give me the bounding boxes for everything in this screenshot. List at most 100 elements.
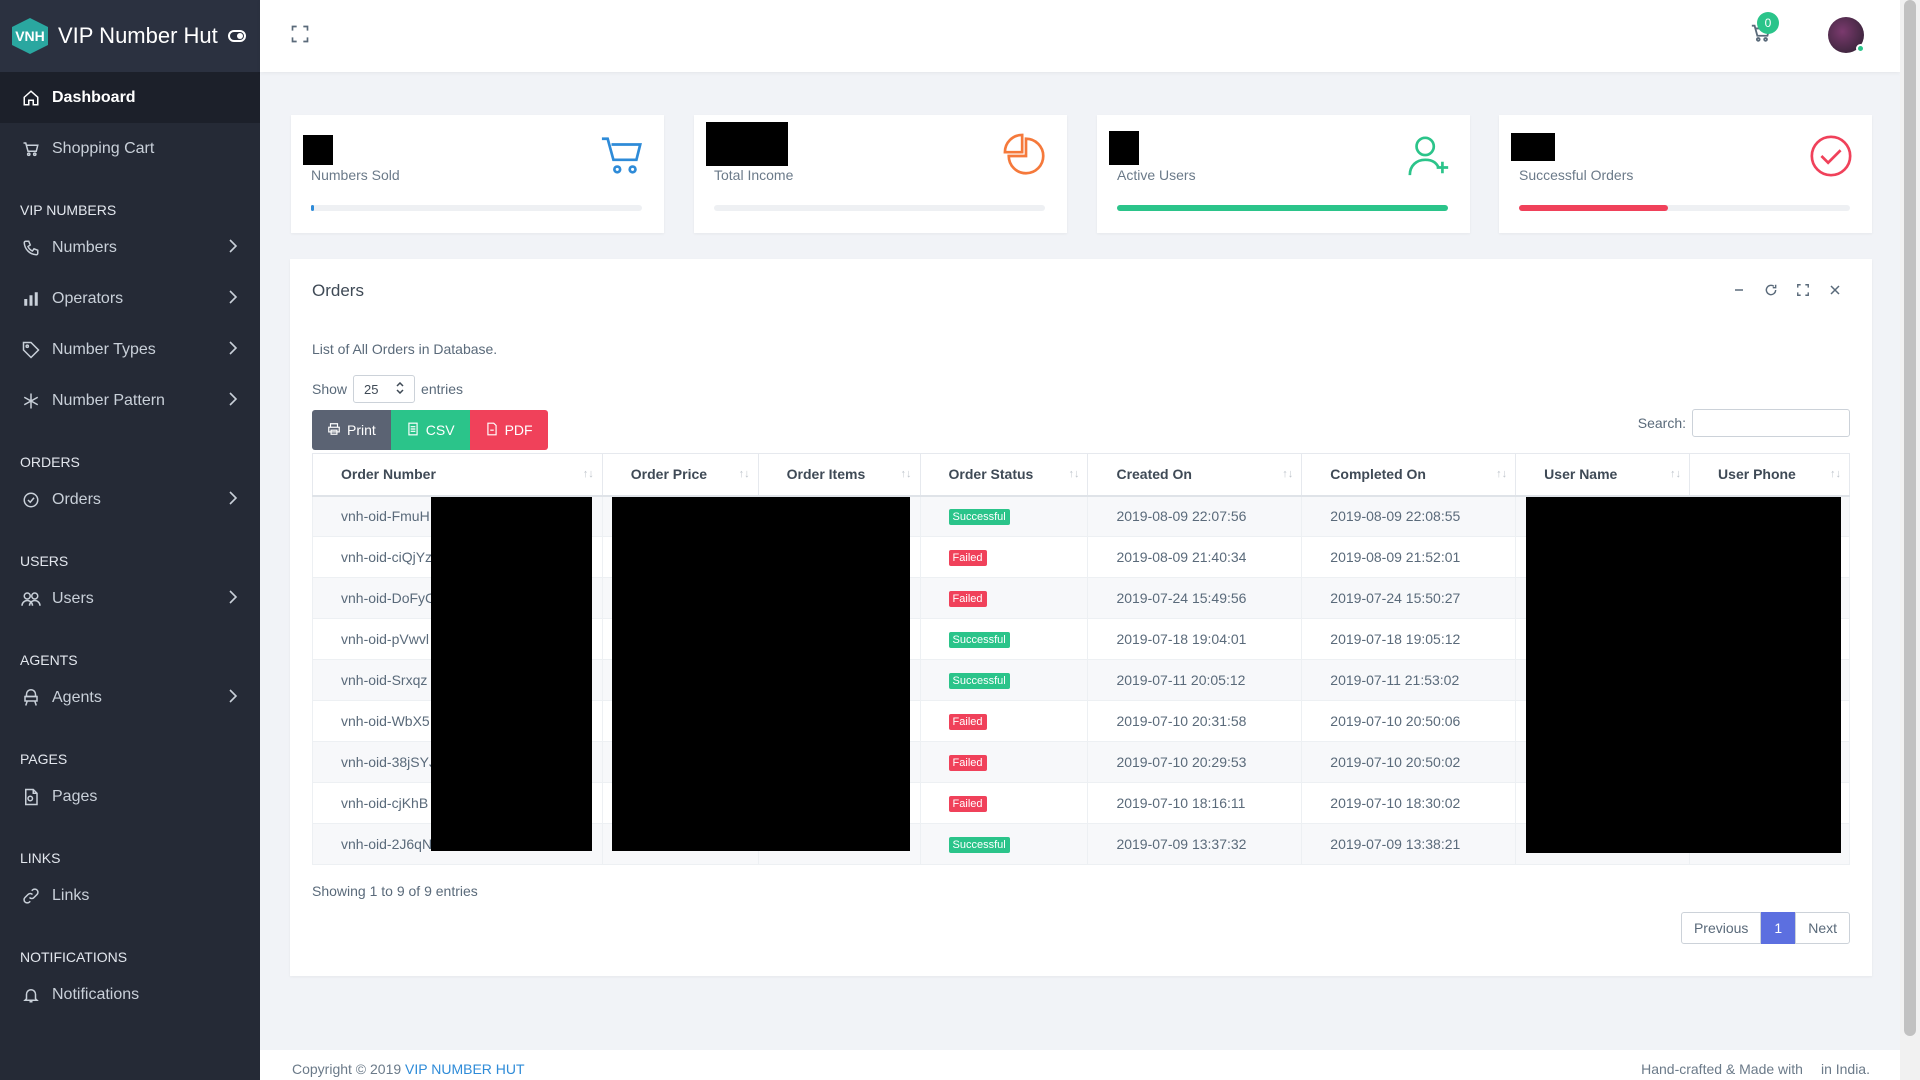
page-1-button[interactable]: 1 — [1761, 912, 1796, 944]
column-header-user-name[interactable]: User Name ↑↓ — [1515, 453, 1691, 497]
csv-button[interactable]: CSV — [390, 410, 470, 450]
check-circle-icon — [1808, 133, 1854, 184]
refresh-icon[interactable] — [1764, 283, 1778, 302]
sidebar-item-shopping-cart[interactable]: Shopping Cart — [0, 123, 260, 174]
stat-progress-track — [311, 205, 642, 211]
cell-created-on: 2019-07-24 15:49:56 — [1087, 577, 1303, 619]
sidebar-item-links[interactable]: Links — [0, 870, 260, 921]
stat-label: Successful Orders — [1519, 167, 1634, 183]
stat-value-redacted — [706, 122, 788, 166]
sort-icon: ↑↓ — [1670, 468, 1682, 480]
sort-icon: ↑↓ — [1830, 468, 1841, 480]
stat-label: Active Users — [1117, 167, 1196, 183]
status-badge: Failed — [948, 591, 987, 607]
sidebar-item-number-types[interactable]: Number Types — [0, 324, 260, 375]
cell-completed-on: 2019-08-09 21:52:01 — [1301, 536, 1517, 578]
previous-page-button[interactable]: Previous — [1680, 912, 1762, 944]
print-button[interactable]: Print — [312, 410, 391, 450]
panel-controls — [1732, 283, 1842, 302]
column-header-order-price[interactable]: Order Price ↑↓ — [601, 453, 759, 497]
status-badge: Successful — [948, 673, 1010, 689]
orders-panel: Orders List of All Orders in Database. S… — [290, 259, 1872, 976]
column-header-user-phone[interactable]: User Phone ↑↓ — [1689, 453, 1850, 497]
minimize-icon[interactable] — [1732, 283, 1746, 302]
status-badge: Successful — [948, 837, 1010, 853]
show-label: Show — [312, 381, 348, 397]
page-size-select[interactable]: 25 — [353, 375, 416, 403]
bar-chart-icon — [20, 288, 42, 310]
search-input[interactable] — [1692, 409, 1850, 437]
stat-card-active-users: Active Users — [1097, 115, 1470, 233]
stat-progress-track — [1117, 205, 1448, 211]
sidebar-item-operators[interactable]: Operators — [0, 273, 260, 324]
stat-card-total-income: Total Income — [694, 115, 1067, 233]
asterisk-icon — [20, 390, 42, 412]
sidebar-toggle-icon[interactable] — [227, 30, 246, 42]
document-icon — [20, 786, 42, 808]
brand[interactable]: VNH VIP Number Hut — [0, 0, 260, 72]
copyright-text: Copyright © 2019 — [292, 1061, 402, 1077]
sidebar-item-label: Operators — [52, 289, 124, 307]
chevron-right-icon — [228, 239, 238, 258]
stat-value-redacted — [1109, 131, 1139, 165]
agent-icon — [20, 687, 42, 709]
company-link[interactable]: VIP NUMBER HUT — [405, 1061, 525, 1077]
sidebar-section-users: USERS — [20, 553, 69, 569]
page-size-control: Show 25 entries — [312, 375, 463, 403]
sidebar-item-label: Shopping Cart — [52, 139, 155, 157]
expand-icon[interactable] — [1796, 283, 1810, 302]
sidebar-item-users[interactable]: Users — [0, 573, 260, 624]
sidebar-section-agents: AGENTS — [20, 652, 78, 668]
sidebar-item-number-pattern[interactable]: Number Pattern — [0, 375, 260, 426]
sidebar-item-dashboard[interactable]: Dashboard — [0, 72, 260, 123]
sidebar-section-links: LINKS — [20, 850, 61, 866]
brand-name: VIP Number Hut — [58, 23, 218, 48]
close-icon[interactable] — [1828, 283, 1842, 302]
column-header-order-status[interactable]: Order Status ↑↓ — [919, 453, 1089, 497]
sidebar-section-vip-numbers: VIP NUMBERS — [20, 202, 117, 218]
status-badge: Failed — [948, 755, 987, 771]
sidebar-item-agents[interactable]: Agents — [0, 672, 260, 723]
cell-order-status: Successful — [919, 823, 1089, 865]
sidebar-item-numbers[interactable]: Numbers — [0, 222, 260, 273]
redacted-block-user — [1526, 497, 1841, 853]
sidebar-item-orders[interactable]: Orders — [0, 474, 260, 525]
sort-icon: ↑↓ — [1282, 468, 1294, 480]
cell-order-status: Failed — [919, 782, 1089, 824]
link-icon — [20, 885, 42, 907]
cart-count-badge: 0 — [1757, 12, 1779, 34]
chevron-right-icon — [228, 590, 238, 609]
cell-order-status: Failed — [919, 577, 1089, 619]
online-status-dot — [1856, 44, 1865, 53]
select-arrows-icon — [396, 381, 404, 397]
column-header-completed-on[interactable]: Completed On ↑↓ — [1301, 453, 1517, 497]
column-header-order-number[interactable]: Order Number ↑↓ — [312, 453, 603, 497]
sort-icon: ↑↓ — [1068, 468, 1080, 480]
cell-completed-on: 2019-07-11 21:53:02 — [1301, 659, 1517, 701]
sidebar-section-notifications: NOTIFICATIONS — [20, 949, 128, 965]
stat-progress-fill — [1519, 205, 1668, 211]
fullscreen-icon[interactable] — [290, 24, 310, 49]
next-page-button[interactable]: Next — [1795, 912, 1850, 944]
chevron-right-icon — [228, 392, 238, 411]
cell-completed-on: 2019-07-18 19:05:12 — [1301, 618, 1517, 660]
column-header-order-items[interactable]: Order Items ↑↓ — [757, 453, 921, 497]
sidebar: VNH VIP Number Hut Dashboard Shopping Ca… — [0, 0, 260, 1080]
cell-created-on: 2019-07-10 20:29:53 — [1087, 741, 1303, 783]
chevron-right-icon — [228, 689, 238, 708]
csv-file-icon — [406, 422, 420, 439]
cell-completed-on: 2019-07-09 13:38:21 — [1301, 823, 1517, 865]
sidebar-item-pages[interactable]: Pages — [0, 771, 260, 822]
page-scrollbar-thumb[interactable] — [1904, 0, 1916, 1036]
pdf-file-icon — [485, 422, 499, 439]
check-circle-icon — [20, 489, 42, 511]
column-header-created-on[interactable]: Created On ↑↓ — [1087, 453, 1303, 497]
search-control: Search: — [1638, 409, 1850, 437]
pdf-button[interactable]: PDF — [469, 410, 548, 450]
sidebar-item-label: Number Types — [52, 340, 156, 358]
users-icon — [20, 588, 42, 610]
sidebar-item-label: Users — [52, 589, 94, 607]
sidebar-item-notifications[interactable]: Notifications — [0, 969, 260, 1020]
entries-label: entries — [421, 381, 464, 397]
stat-progress-fill — [311, 205, 315, 211]
